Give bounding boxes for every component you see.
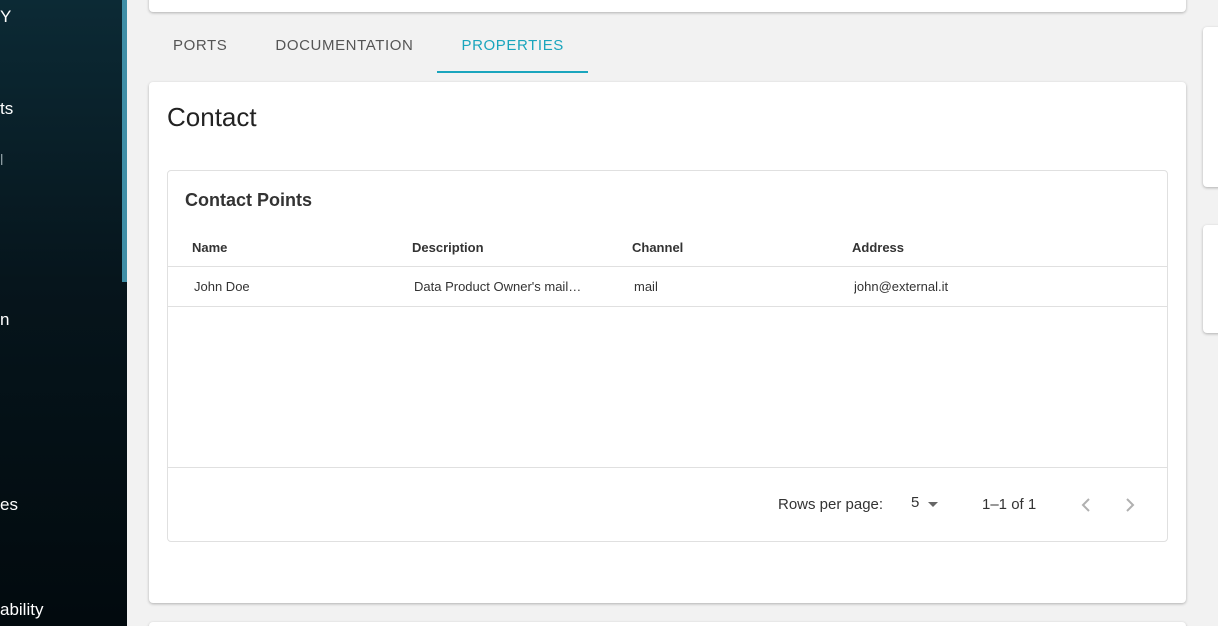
- rows-per-page-select[interactable]: 5: [911, 494, 939, 511]
- sidebar-item-5[interactable]: es: [0, 495, 18, 515]
- tab-properties[interactable]: PROPERTIES: [437, 20, 589, 73]
- table-header: Name Description Channel Address: [168, 229, 1167, 267]
- cell-name: John Doe: [194, 279, 250, 294]
- chevron-right-icon: [1126, 498, 1135, 512]
- column-header-channel[interactable]: Channel: [632, 240, 683, 255]
- section-title: Contact: [167, 102, 257, 132]
- rows-per-page-value: 5: [911, 494, 920, 511]
- cell-description: Data Product Owner's mail…: [414, 279, 582, 294]
- column-header-name[interactable]: Name: [192, 240, 227, 255]
- sidebar-item-1[interactable]: Y: [0, 7, 11, 27]
- tab-ports[interactable]: PORTS: [149, 20, 251, 73]
- chevron-left-icon: [1081, 498, 1090, 512]
- column-header-description[interactable]: Description: [412, 240, 484, 255]
- table-title: Contact Points: [185, 190, 313, 210]
- tab-documentation[interactable]: DOCUMENTATION: [251, 20, 437, 73]
- dropdown-arrow-icon: [928, 501, 939, 507]
- table-pagination: Rows per page: 5 1–1 of 1: [168, 467, 1167, 542]
- right-side-card-2: [1203, 225, 1218, 333]
- contact-points-table: Contact Points Name Description Channel …: [167, 170, 1168, 542]
- properties-card: Contact Contact Points Name Description …: [149, 82, 1186, 603]
- pagination-range: 1–1 of 1: [982, 496, 1037, 513]
- next-page-button[interactable]: [1117, 492, 1143, 518]
- sidebar-scroll-indicator: [122, 0, 127, 282]
- right-side-card-1: [1203, 27, 1218, 187]
- sidebar-item-4[interactable]: n: [0, 310, 9, 330]
- sidebar: Y ts l n es ability: [0, 0, 127, 626]
- table-row[interactable]: John Doe Data Product Owner's mail… mail…: [168, 267, 1167, 307]
- rows-per-page-label: Rows per page:: [778, 496, 884, 513]
- sidebar-item-6[interactable]: ability: [0, 600, 43, 620]
- cell-address: john@external.it: [854, 279, 949, 294]
- sidebar-item-2[interactable]: ts: [0, 99, 13, 119]
- top-card: [149, 0, 1186, 12]
- cell-channel: mail: [634, 279, 658, 294]
- bottom-card: [149, 622, 1186, 626]
- column-header-address[interactable]: Address: [852, 240, 904, 255]
- previous-page-button[interactable]: [1073, 492, 1099, 518]
- tab-bar: PORTS DOCUMENTATION PROPERTIES: [149, 20, 589, 73]
- sidebar-item-3[interactable]: l: [0, 152, 3, 169]
